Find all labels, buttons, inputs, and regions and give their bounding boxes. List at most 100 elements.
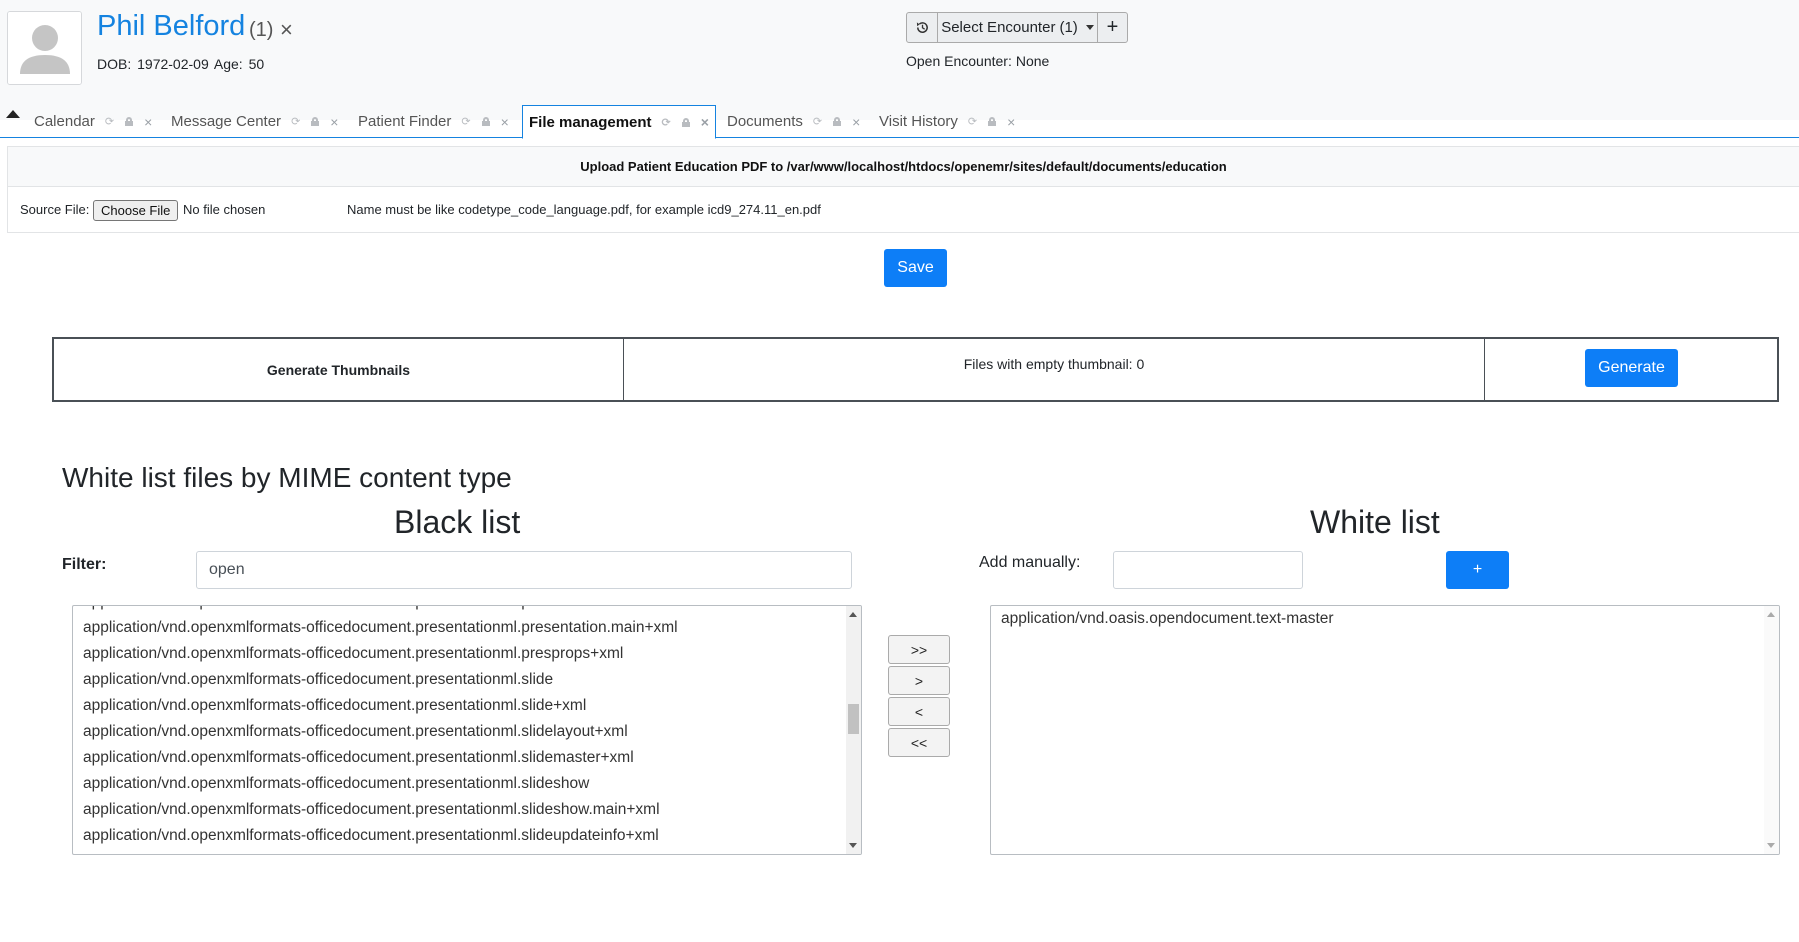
refresh-icon[interactable]: ⟳ (291, 115, 300, 128)
generate-button[interactable]: Generate (1585, 349, 1678, 387)
scroll-down-icon[interactable] (1767, 843, 1775, 848)
scroll-thumb[interactable] (848, 704, 859, 734)
age-value: 50 (248, 56, 265, 72)
lock-icon[interactable] (681, 117, 690, 127)
black-list-box[interactable]: application/vnd.openxmlformats-officedoc… (72, 605, 862, 855)
tab-calendar[interactable]: Calendar ⟳ × (34, 105, 152, 138)
black-list-title: Black list (394, 504, 521, 540)
patient-header: Phil Belford (1) × DOB: 1972-02-09 Age: … (0, 0, 1799, 120)
open-encounter-text: Open Encounter: None (906, 53, 1049, 69)
refresh-icon[interactable]: ⟳ (813, 115, 822, 128)
list-item[interactable]: application/vnd.openxmlformats-officedoc… (83, 797, 841, 823)
thumbnails-action-cell: Generate (1485, 339, 1777, 400)
refresh-icon[interactable]: ⟳ (461, 115, 470, 128)
move-left-button[interactable]: < (888, 697, 950, 726)
refresh-icon[interactable]: ⟳ (968, 115, 977, 128)
thumbnails-table: Generate Thumbnails Files with empty thu… (52, 337, 1779, 402)
white-list-title: White list (1310, 504, 1440, 540)
collapse-header-icon[interactable] (6, 110, 20, 118)
list-item[interactable]: application/vnd.openxmlformats-officedoc… (83, 693, 841, 719)
move-all-left-button[interactable]: << (888, 728, 950, 757)
close-tab-icon[interactable]: × (1007, 114, 1015, 130)
list-item[interactable]: application/vnd.openxmlformats-officedoc… (83, 823, 841, 849)
lock-icon[interactable] (311, 117, 320, 126)
list-item[interactable]: application/vnd.openxmlformats-officedoc… (83, 615, 841, 641)
add-mime-button[interactable]: + (1446, 551, 1509, 589)
tab-label[interactable]: File management (529, 114, 652, 131)
tab-label[interactable]: Visit History (879, 113, 958, 130)
list-item[interactable]: application/vnd.openxmlformats-officedoc… (83, 849, 841, 854)
empty-thumbnail-count: Files with empty thumbnail: 0 (624, 339, 1485, 400)
list-item[interactable]: application/vnd.openxmlformats-officedoc… (83, 745, 841, 771)
scroll-down-icon[interactable] (849, 843, 857, 848)
close-tab-icon[interactable]: × (144, 114, 152, 130)
close-tab-icon[interactable]: × (852, 114, 860, 130)
tab-message-center[interactable]: Message Center ⟳ × (171, 105, 338, 138)
tab-file-management[interactable]: File management ⟳ × (522, 105, 716, 139)
close-patient-icon[interactable]: × (280, 17, 293, 43)
upload-row: Source File: Choose File No file chosen … (8, 187, 1799, 233)
lock-icon[interactable] (833, 117, 842, 126)
filter-input[interactable] (196, 551, 852, 589)
refresh-icon[interactable]: ⟳ (662, 116, 671, 129)
add-manually-input[interactable] (1113, 551, 1303, 589)
add-encounter-button[interactable]: + (1098, 13, 1127, 42)
list-item[interactable]: application/vnd.openxmlformats-officedoc… (83, 641, 841, 667)
filter-label: Filter: (62, 556, 107, 573)
open-encounter-label: Open Encounter: (906, 53, 1012, 69)
source-file-label: Source File: (20, 202, 90, 217)
lock-icon[interactable] (481, 117, 490, 126)
age-label: Age: (213, 56, 243, 72)
add-manually-label: Add manually: (979, 554, 1081, 571)
upload-education-panel: Upload Patient Education PDF to /var/www… (7, 146, 1799, 233)
refresh-icon[interactable]: ⟳ (105, 115, 114, 128)
tab-label[interactable]: Patient Finder (358, 113, 451, 130)
mime-section-title: White list files by MIME content type (62, 462, 512, 493)
lock-icon[interactable] (988, 117, 997, 126)
save-button[interactable]: Save (884, 249, 947, 287)
dob-value: 1972-02-09 (137, 56, 209, 72)
patient-name[interactable]: Phil Belford (97, 10, 245, 43)
black-list-scrollbar[interactable] (846, 606, 861, 854)
encounter-history-button[interactable] (907, 13, 938, 42)
tab-visit-history[interactable]: Visit History ⟳ × (879, 105, 1015, 138)
move-right-button[interactable]: > (888, 666, 950, 695)
select-encounter-dropdown[interactable]: Select Encounter (1) (938, 13, 1098, 42)
caret-down-icon (1085, 25, 1094, 30)
lock-icon[interactable] (125, 117, 134, 126)
close-tab-icon[interactable]: × (330, 114, 338, 130)
avatar (7, 11, 82, 85)
close-tab-icon[interactable]: × (501, 114, 509, 130)
upload-title: Upload Patient Education PDF to /var/www… (8, 147, 1799, 187)
list-item[interactable]: application/vnd.oasis.opendocument.text-… (1001, 610, 1334, 628)
list-item[interactable]: application/vnd.openxmlformats-officedoc… (83, 667, 841, 693)
thumbnails-title: Generate Thumbnails (54, 339, 624, 400)
choose-file-button[interactable]: Choose File (93, 200, 179, 221)
tab-documents[interactable]: Documents ⟳ × (727, 105, 860, 138)
list-item[interactable]: application/vnd.openxmlformats-officedoc… (83, 719, 841, 745)
black-list-items: application/vnd.openxmlformats-officedoc… (83, 606, 841, 854)
scroll-up-icon[interactable] (1767, 612, 1775, 617)
move-all-right-button[interactable]: >> (888, 635, 950, 664)
encounter-button-group: Select Encounter (1) + (906, 12, 1128, 43)
history-icon (916, 22, 928, 33)
dob-label: DOB: (97, 56, 132, 72)
tab-patient-finder[interactable]: Patient Finder ⟳ × (358, 105, 509, 138)
tab-label[interactable]: Calendar (34, 113, 95, 130)
select-encounter-label: Select Encounter (941, 19, 1056, 36)
tab-label[interactable]: Documents (727, 113, 803, 130)
file-name-hint: Name must be like codetype_code_language… (347, 202, 821, 217)
scroll-up-icon[interactable] (849, 612, 857, 617)
white-list-box[interactable]: application/vnd.oasis.opendocument.text-… (990, 605, 1780, 855)
close-tab-icon[interactable]: × (701, 114, 709, 130)
user-silhouette-icon (8, 12, 81, 84)
white-list-scrollbar[interactable] (1764, 606, 1779, 854)
tab-label[interactable]: Message Center (171, 113, 281, 130)
select-encounter-count: (1) (1059, 19, 1078, 36)
no-file-text: No file chosen (183, 202, 266, 217)
list-item[interactable]: application/vnd.openxmlformats-officedoc… (83, 771, 841, 797)
patient-count: (1) (249, 19, 274, 41)
open-encounter-value: None (1015, 53, 1050, 69)
patient-dob-age: DOB: 1972-02-09 Age: 50 (97, 56, 266, 72)
list-item[interactable]: application/vnd.openxmlformats-officedoc… (83, 606, 841, 615)
